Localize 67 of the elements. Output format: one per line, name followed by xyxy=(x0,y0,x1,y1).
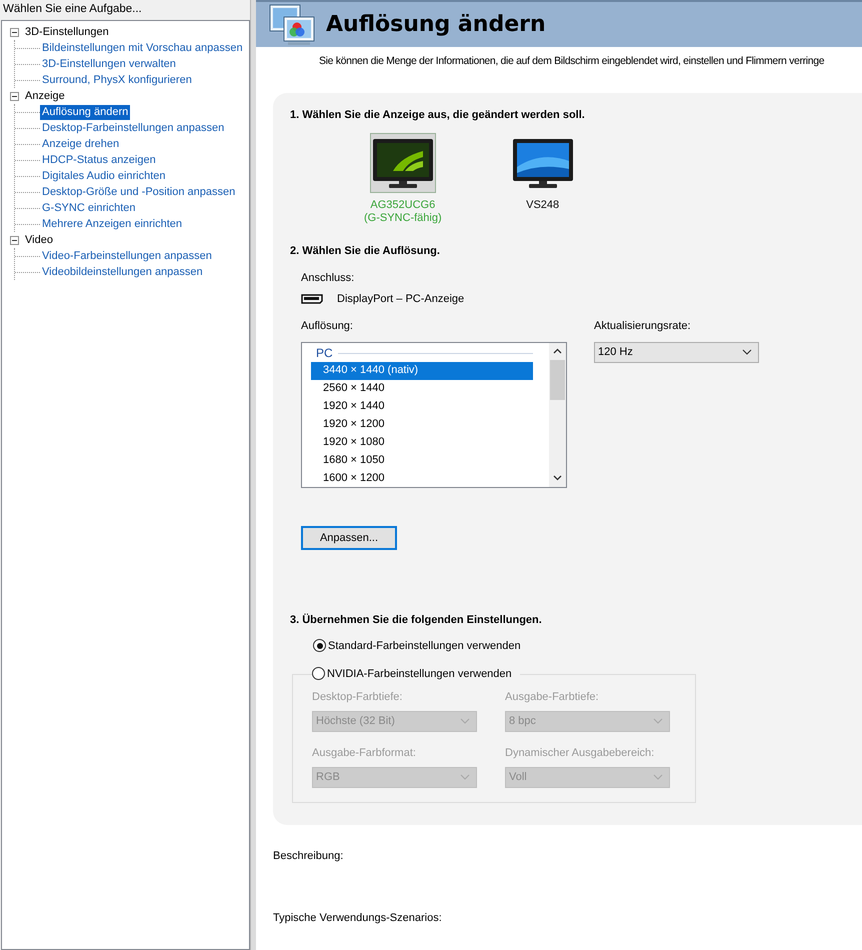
connection-text: DisplayPort – PC-Anzeige xyxy=(337,292,464,305)
monitor-icon xyxy=(370,136,435,189)
radio-button[interactable] xyxy=(313,639,326,652)
collapse-icon[interactable] xyxy=(10,236,19,244)
display-name: AG352UCG6 xyxy=(370,198,436,212)
dropdown: 8 bpc xyxy=(505,710,670,732)
list-item[interactable]: 2560 × 1440 xyxy=(311,380,533,398)
dropdown: Höchste (32 Bit) xyxy=(312,710,477,732)
caret-icon xyxy=(460,718,470,724)
dropdown: RGB xyxy=(312,766,477,788)
scroll-thumb[interactable] xyxy=(550,360,565,400)
tree-item[interactable]: Anzeige xyxy=(25,90,65,102)
display-tile[interactable] xyxy=(370,132,436,193)
tree-item[interactable]: G-SYNC einrichten xyxy=(40,200,138,216)
display-name: VS248 xyxy=(526,198,560,212)
customize-button[interactable]: Anpassen... xyxy=(301,526,397,550)
list-item[interactable]: 1920 × 1080 xyxy=(311,434,533,452)
tree-item[interactable]: 3D-Einstellungen xyxy=(25,26,109,38)
dropdown[interactable]: 120 Hz xyxy=(594,342,759,363)
caret-icon xyxy=(460,774,470,780)
panel-title: Wählen Sie eine Aufgabe... xyxy=(2,2,143,17)
field-label: Auflösung: xyxy=(301,318,354,333)
description-text: Sie können die Menge der Informationen, die auf dem Bildschirm eingeblendet wird, einstellen und Flimmern verringe xyxy=(318,54,826,70)
list-item[interactable]: 1600 × 1200 xyxy=(311,470,533,488)
tree-item[interactable]: Video xyxy=(25,234,53,246)
port-icon xyxy=(301,294,323,304)
radio-label[interactable]: Standard-Farbeinstellungen verwenden xyxy=(328,640,521,652)
collapse-icon[interactable] xyxy=(10,92,19,100)
radio-label[interactable]: NVIDIA-Farbeinstellungen verwenden xyxy=(327,668,512,680)
section-label: Typische Verwendungs-Szenarios: xyxy=(272,911,443,926)
tree-item[interactable]: 3D-Einstellungen verwalten xyxy=(40,56,178,72)
tree-item[interactable]: Desktop-Farbeinstellungen anpassen xyxy=(40,120,226,136)
tree-item[interactable]: Anzeige drehen xyxy=(40,136,122,152)
caret-icon xyxy=(653,774,663,780)
section-heading: 2. Wählen Sie die Auflösung. xyxy=(290,244,441,257)
caret-icon xyxy=(742,349,752,356)
page-title: Auflösung ändern xyxy=(326,12,546,38)
tree-item[interactable]: Digitales Audio einrichten xyxy=(40,168,168,184)
tree-item[interactable]: HDCP-Status anzeigen xyxy=(40,152,158,168)
list-item[interactable]: 1920 × 1200 xyxy=(311,416,533,434)
list-item[interactable]: 3440 × 1440 (nativ) xyxy=(311,362,533,380)
field-label: Ausgabe-Farbformat: xyxy=(312,746,417,760)
tree-item[interactable]: Mehrere Anzeigen einrichten xyxy=(40,216,184,232)
collapse-icon[interactable] xyxy=(10,28,19,36)
field-label: Aktualisierungsrate: xyxy=(594,318,692,333)
list-item[interactable]: 1920 × 1440 xyxy=(311,398,533,416)
display-note: (G-SYNC-fähig) xyxy=(364,212,442,225)
tree-item[interactable]: Bildeinstellungen mit Vorschau anpassen xyxy=(40,40,245,56)
tree-item[interactable]: Auflösung ändern xyxy=(40,104,130,120)
radio-button[interactable] xyxy=(312,667,325,680)
caret-icon xyxy=(653,718,663,724)
monitor-icon xyxy=(510,136,575,189)
list-item[interactable]: 1680 × 1050 xyxy=(311,452,533,470)
field-label: Dynamischer Ausgabebereich: xyxy=(505,746,656,760)
dropdown: Voll xyxy=(505,766,670,788)
field-label: Desktop-Farbtiefe: xyxy=(312,690,404,704)
tree-item[interactable]: Videobildeinstellungen anpassen xyxy=(40,264,205,280)
tree-item[interactable]: Video-Farbeinstellungen anpassen xyxy=(40,248,214,264)
section-label: Beschreibung: xyxy=(272,848,344,864)
tree-item[interactable]: Surround, PhysX konfigurieren xyxy=(40,72,194,88)
section-heading: 3. Übernehmen Sie die folgenden Einstellungen. xyxy=(290,614,543,626)
tree-item[interactable]: Desktop-Größe und -Position anpassen xyxy=(40,184,238,200)
field-label: Anschluss: xyxy=(301,270,356,285)
section-heading: 1. Wählen Sie die Anzeige aus, die geändert werden soll. xyxy=(290,108,586,121)
group-header: PC xyxy=(315,346,333,360)
field-label: Ausgabe-Farbtiefe: xyxy=(505,690,600,704)
scrollbar[interactable] xyxy=(549,342,566,487)
